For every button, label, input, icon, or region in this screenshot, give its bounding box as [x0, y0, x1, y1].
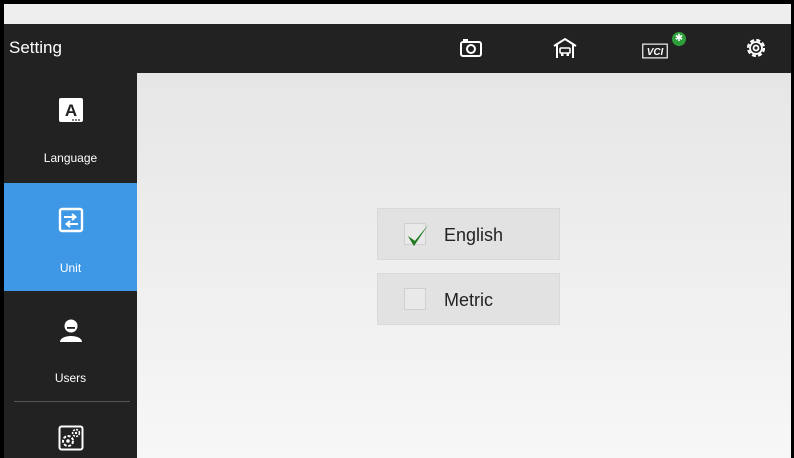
metric-checkbox[interactable] [404, 288, 426, 310]
camera-icon[interactable] [458, 36, 484, 60]
vci-label: VCI [647, 47, 664, 58]
unit-icon [58, 207, 84, 233]
sidebar-item-language[interactable]: A Language [4, 73, 137, 181]
sidebar-item-unit[interactable]: Unit [4, 183, 137, 291]
option-label: English [444, 225, 504, 245]
app-window: Setting VCI ✱ A Language Unit Users Engl… [4, 4, 791, 458]
main-content: English Metric [137, 73, 791, 458]
user-icon [58, 317, 84, 343]
option-label: Metric [444, 290, 493, 310]
vci-icon[interactable]: VCI ✱ [642, 32, 690, 60]
bluetooth-icon: ✱ [672, 32, 686, 46]
settings-icon[interactable] [743, 36, 769, 60]
english-checkbox[interactable] [404, 223, 428, 246]
option-english[interactable]: English [377, 208, 560, 260]
sidebar-item-label: Users [54, 371, 87, 385]
option-metric[interactable]: Metric [377, 273, 560, 325]
top-bar: Setting VCI ✱ [4, 24, 791, 73]
language-icon: A [58, 97, 84, 123]
system-settings-icon [58, 425, 84, 451]
sidebar-item-users[interactable]: Users [4, 293, 137, 401]
page-title: Setting [9, 38, 62, 57]
svg-text:A: A [65, 101, 77, 120]
garage-icon[interactable] [552, 36, 578, 60]
sidebar-divider [14, 401, 130, 402]
sidebar-item-label: Language [43, 151, 98, 165]
sidebar: A Language Unit Users [4, 73, 137, 458]
checkmark-icon [408, 225, 428, 246]
sidebar-item-system-settings[interactable] [4, 403, 137, 458]
sidebar-item-label: Unit [59, 261, 82, 275]
